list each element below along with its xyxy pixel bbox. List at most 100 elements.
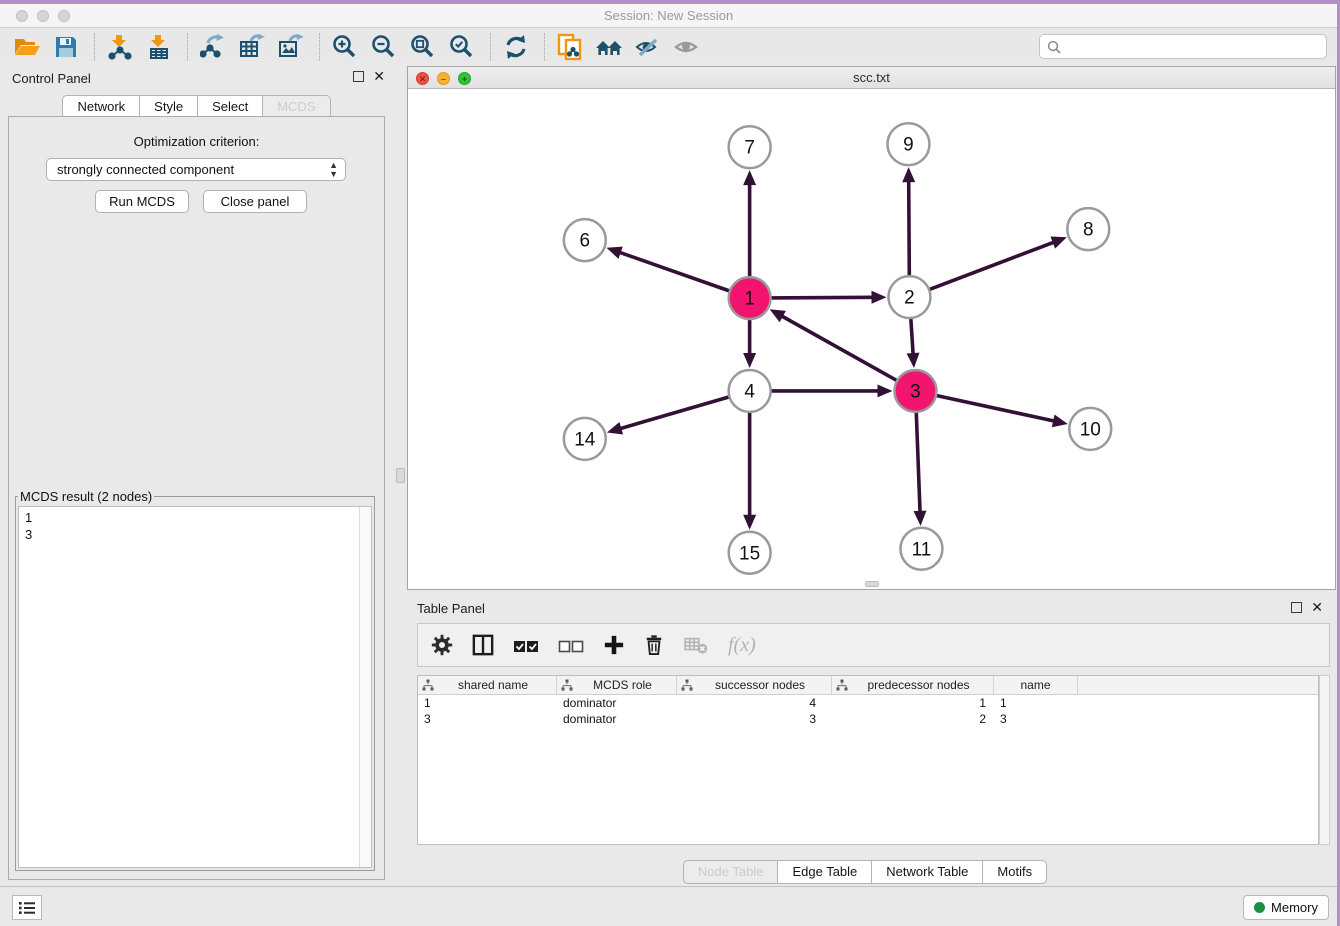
refresh-icon[interactable]: [501, 32, 531, 62]
tab-node-table[interactable]: Node Table: [683, 860, 779, 884]
network-graph[interactable]: 7 9 6 8 1 2 4 3 14 10 15 11: [408, 89, 1335, 589]
save-icon[interactable]: [51, 32, 81, 62]
column-header-name[interactable]: name: [994, 676, 1078, 694]
table-toolbar: f(x): [417, 623, 1330, 667]
cell-mcds-role[interactable]: dominator: [557, 695, 677, 711]
graph-edge-4-14[interactable]: [619, 396, 731, 429]
cell-name[interactable]: 1: [994, 695, 1078, 711]
column-header-shared-name[interactable]: shared name: [418, 676, 557, 694]
network-window: ✕ – + scc.txt 7 9 6 8 1 2 4 3 14 10 15 11: [407, 66, 1336, 590]
hide-selected-eye-icon[interactable]: [633, 32, 663, 62]
tab-edge-table[interactable]: Edge Table: [777, 860, 872, 884]
float-panel-icon[interactable]: [353, 71, 364, 82]
cell-mcds-role[interactable]: dominator: [557, 711, 677, 727]
memory-button[interactable]: Memory: [1243, 895, 1329, 920]
graph-node-7[interactable]: 7: [729, 126, 771, 168]
copy-network-icon[interactable]: [555, 32, 585, 62]
close-table-panel-icon[interactable]: ✕: [1311, 601, 1323, 614]
cell-name[interactable]: 3: [994, 711, 1078, 727]
zoom-fit-icon[interactable]: [408, 32, 438, 62]
table-row[interactable]: 1 dominator 4 1 1: [418, 695, 1318, 711]
graph-edge-arrowhead: [902, 167, 915, 182]
graph-node-2[interactable]: 2: [888, 276, 930, 318]
zoom-selected-icon[interactable]: [447, 32, 477, 62]
close-panel-button[interactable]: Close panel: [203, 190, 307, 213]
graph-edge-2-9[interactable]: [909, 180, 910, 278]
tab-motifs[interactable]: Motifs: [982, 860, 1047, 884]
graph-edge-2-3[interactable]: [911, 316, 913, 355]
svg-text:15: 15: [739, 543, 760, 564]
select-all-icon[interactable]: [513, 636, 539, 654]
graph-node-4[interactable]: 4: [729, 370, 771, 412]
delete-table-icon[interactable]: [683, 635, 709, 655]
svg-text:2: 2: [904, 288, 915, 309]
graph-node-15[interactable]: 15: [729, 532, 771, 574]
table-row[interactable]: 3 dominator 3 2 3: [418, 711, 1318, 727]
show-all-eye-icon[interactable]: [672, 32, 702, 62]
network-window-titlebar[interactable]: ✕ – + scc.txt: [408, 67, 1335, 89]
graph-edge-1-2[interactable]: [769, 297, 874, 298]
graph-node-9[interactable]: 9: [887, 123, 929, 165]
open-folder-icon[interactable]: [12, 32, 42, 62]
graph-edge-arrowhead: [1050, 237, 1066, 249]
graph-edge-1-6[interactable]: [619, 252, 732, 292]
result-scrollbar[interactable]: [359, 507, 371, 867]
zoom-out-icon[interactable]: [369, 32, 399, 62]
cell-shared-name[interactable]: 1: [418, 695, 557, 711]
mcds-result-line: 1: [25, 509, 353, 526]
float-table-panel-icon[interactable]: [1291, 602, 1302, 613]
column-header-mcds-role[interactable]: MCDS role: [557, 676, 677, 694]
graph-edge-arrowhead: [743, 353, 756, 368]
table-scrollbar[interactable]: [1319, 675, 1330, 845]
import-network-icon[interactable]: [105, 32, 135, 62]
graph-node-3[interactable]: 3: [894, 370, 936, 412]
cell-shared-name[interactable]: 3: [418, 711, 557, 727]
table-tabs: Node Table Edge Table Network Table Moti…: [393, 860, 1337, 884]
zoom-in-icon[interactable]: [330, 32, 360, 62]
graph-node-8[interactable]: 8: [1067, 208, 1109, 250]
graph-node-11[interactable]: 11: [900, 528, 942, 570]
svg-text:1: 1: [744, 289, 755, 310]
horizontal-splitter-grip[interactable]: [865, 581, 879, 587]
unselect-all-icon[interactable]: [558, 636, 584, 654]
table-panel: Table Panel ✕ f(x) shared name: [393, 595, 1337, 886]
graph-node-1[interactable]: 1: [729, 277, 771, 319]
graph-node-6[interactable]: 6: [564, 219, 606, 261]
column-header-successor-nodes[interactable]: successor nodes: [677, 676, 832, 694]
mcds-result-area[interactable]: 1 3: [18, 506, 372, 868]
export-network-icon[interactable]: [198, 32, 228, 62]
graph-node-14[interactable]: 14: [564, 418, 606, 460]
search-field[interactable]: [1039, 34, 1327, 59]
vertical-splitter-grip[interactable]: [396, 468, 405, 483]
tab-network-table[interactable]: Network Table: [871, 860, 983, 884]
cell-successor-nodes[interactable]: 4: [677, 695, 832, 711]
network-canvas[interactable]: 7 9 6 8 1 2 4 3 14 10 15 11: [408, 89, 1335, 589]
graph-node-10[interactable]: 10: [1069, 408, 1111, 450]
columns-icon[interactable]: [472, 634, 494, 656]
run-mcds-button[interactable]: Run MCDS: [95, 190, 189, 213]
close-panel-icon[interactable]: ✕: [373, 70, 385, 83]
import-table-icon[interactable]: [144, 32, 174, 62]
export-image-icon[interactable]: [276, 32, 306, 62]
mcds-result-group: MCDS result (2 nodes) 1 3: [15, 489, 375, 871]
add-column-icon[interactable]: [603, 634, 625, 656]
graph-edge-3-11[interactable]: [916, 410, 920, 513]
graph-edge-3-1[interactable]: [781, 316, 899, 382]
search-input[interactable]: [1066, 39, 1326, 54]
cell-successor-nodes[interactable]: 3: [677, 711, 832, 727]
function-builder-icon[interactable]: f(x): [728, 634, 756, 657]
delete-column-icon[interactable]: [644, 634, 664, 656]
column-header-predecessor-nodes[interactable]: predecessor nodes: [832, 676, 994, 694]
first-neighbors-icon[interactable]: [594, 32, 624, 62]
cell-predecessor-nodes[interactable]: 1: [832, 695, 994, 711]
cell-predecessor-nodes[interactable]: 2: [832, 711, 994, 727]
application-window: Session: New Session: [0, 4, 1337, 926]
task-history-button[interactable]: [12, 895, 42, 920]
graph-edge-arrowhead: [1052, 415, 1068, 428]
mcds-panel: Optimization criterion: strongly connect…: [8, 116, 385, 880]
graph-edge-2-8[interactable]: [927, 242, 1054, 290]
export-table-icon[interactable]: [237, 32, 267, 62]
graph-edge-3-10[interactable]: [934, 395, 1055, 421]
gear-icon[interactable]: [431, 634, 453, 656]
optimization-criterion-select[interactable]: strongly connected component ▲▼: [46, 158, 346, 181]
